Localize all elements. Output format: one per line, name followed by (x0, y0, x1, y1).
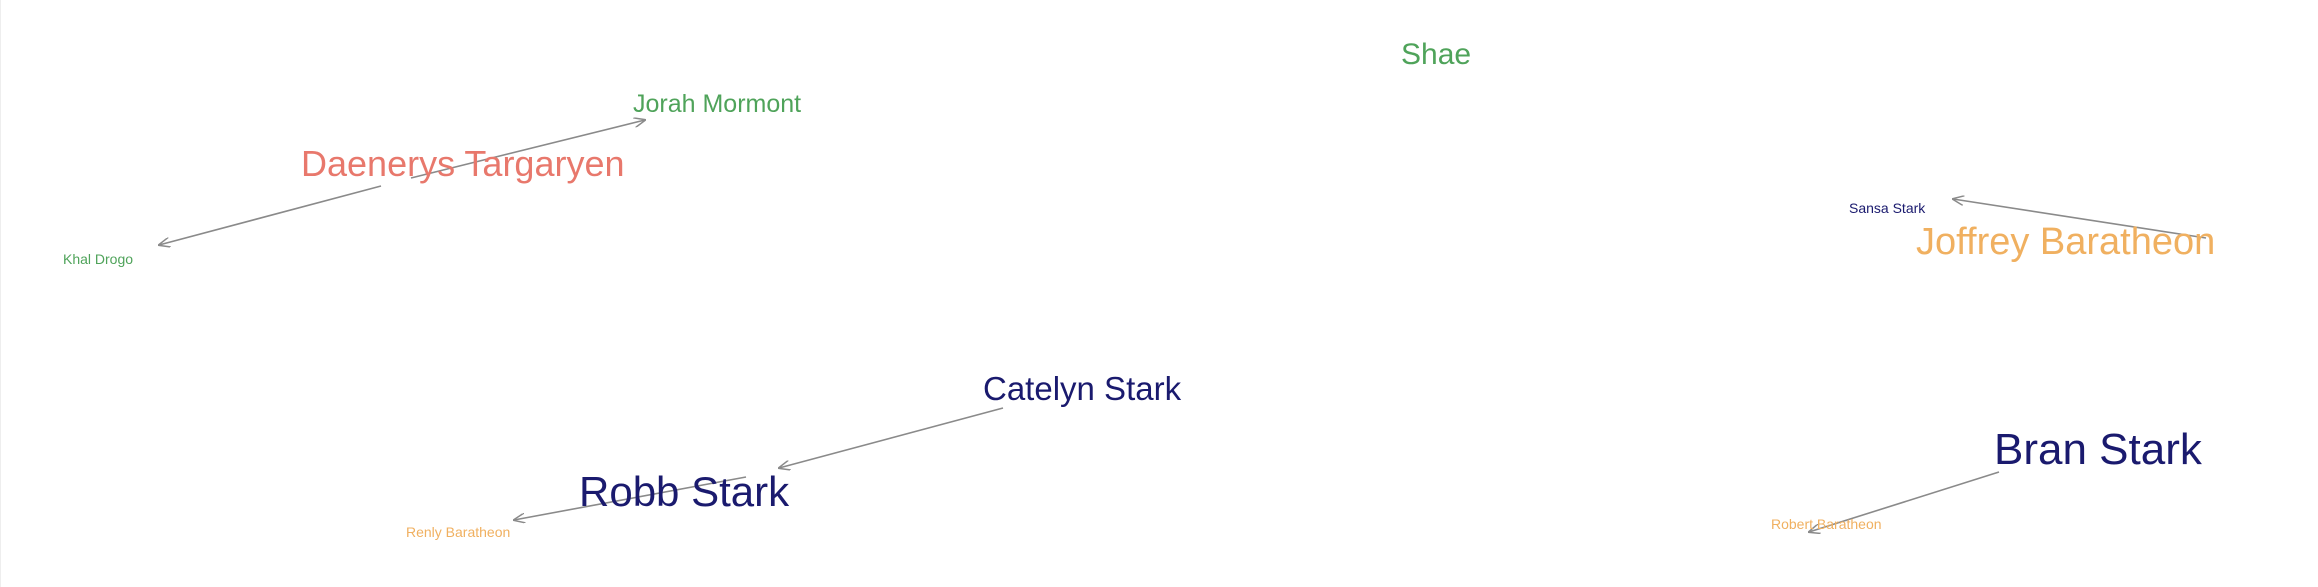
node-label-daenerys[interactable]: Daenerys Targaryen (301, 143, 625, 184)
node-label-bran[interactable]: Bran Stark (1994, 425, 2203, 474)
graph-canvas: Shae Jorah Mormont Daenerys Targaryen Khal … (0, 0, 2318, 587)
node-label-renly[interactable]: Renly Baratheon (406, 524, 510, 540)
node-label-khal[interactable]: Khal Drogo (63, 251, 133, 267)
node-label-robert[interactable]: Robert Baratheon (1771, 516, 1882, 532)
node-label-catelyn[interactable]: Catelyn Stark (983, 370, 1182, 407)
character-network-graph: Shae Jorah Mormont Daenerys Targaryen Khal … (63, 38, 2215, 540)
node-label-jorah[interactable]: Jorah Mormont (633, 90, 801, 118)
node-label-sansa[interactable]: Sansa Stark (1849, 200, 1926, 216)
nodes-layer: Shae Jorah Mormont Daenerys Targaryen Khal … (63, 38, 2215, 540)
edge-daenerys-to-khal (159, 185, 382, 245)
node-label-shae[interactable]: Shae (1401, 38, 1471, 71)
node-label-robb[interactable]: Robb Stark (579, 468, 790, 515)
node-label-joffrey[interactable]: Joffrey Baratheon (1916, 221, 2215, 263)
edge-catelyn-to-robb (779, 407, 1004, 468)
